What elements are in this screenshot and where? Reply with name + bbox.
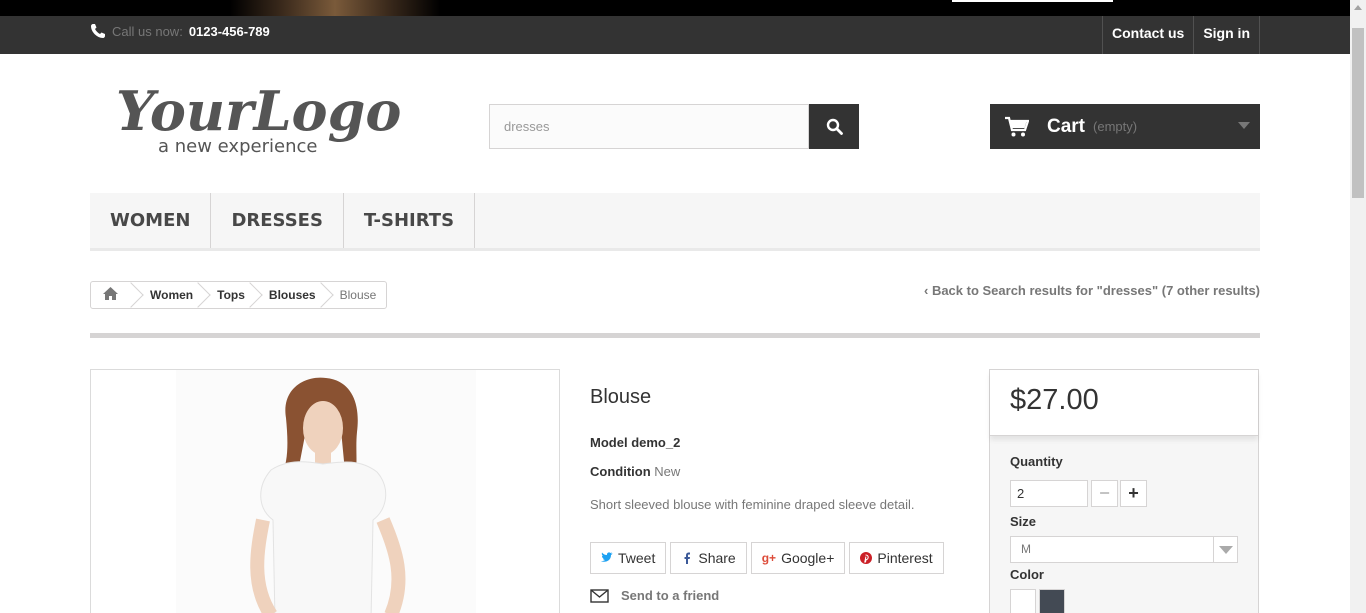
- top-nav-bar: Call us now: 0123-456-789 Contact us Sig…: [0, 16, 1350, 54]
- quantity-increase-button[interactable]: +: [1120, 480, 1147, 507]
- phone-number: 0123-456-789: [188, 23, 270, 39]
- phone-icon: [91, 24, 105, 38]
- envelope-icon: [590, 588, 609, 603]
- color-swatch-white[interactable]: [1010, 589, 1036, 613]
- share-label: Share: [698, 550, 736, 566]
- tweet-label: Tweet: [618, 550, 656, 566]
- back-link-label: Back to Search results for "dresses" (7 …: [931, 283, 1260, 298]
- quantity-input[interactable]: [1010, 480, 1088, 507]
- pinterest-icon: [860, 552, 873, 564]
- tweet-button[interactable]: Tweet: [590, 542, 667, 574]
- product-image[interactable]: [90, 369, 560, 613]
- search-icon: [826, 118, 843, 135]
- breadcrumb-item[interactable]: Women: [136, 282, 203, 308]
- color-swatch-dark[interactable]: [1039, 589, 1065, 613]
- sign-in-link[interactable]: Sign in: [1194, 16, 1260, 54]
- scroll-up-icon[interactable]: [1354, 5, 1362, 10]
- breadcrumb-home[interactable]: [91, 282, 136, 308]
- breadcrumb-item[interactable]: Tops: [203, 282, 255, 308]
- google-plus-button[interactable]: g+ Google+: [750, 542, 846, 574]
- menu-item-tshirts[interactable]: T-SHIRTS: [344, 193, 476, 248]
- main-menu: WOMEN DRESSES T-SHIRTS: [90, 193, 1260, 251]
- product-condition: Condition New: [590, 464, 680, 479]
- cart-button[interactable]: Cart (empty): [990, 104, 1260, 149]
- size-value: M: [1021, 542, 1031, 556]
- call-us-label: Call us now:: [112, 23, 183, 39]
- back-to-results-link[interactable]: ‹ Back to Search results for "dresses" (…: [924, 283, 1260, 298]
- search-input[interactable]: [489, 104, 810, 149]
- facebook-icon: [684, 552, 691, 564]
- color-label: Color: [1010, 567, 1044, 582]
- search-button[interactable]: [809, 104, 859, 149]
- price-area: $27.00: [990, 370, 1258, 436]
- pinterest-button[interactable]: Pinterest: [849, 542, 944, 574]
- size-label: Size: [1010, 514, 1037, 529]
- model-value: demo_2: [631, 435, 681, 450]
- send-to-friend-link[interactable]: Send to a friend: [590, 588, 719, 603]
- twitter-icon: [601, 552, 613, 562]
- cart-status: (empty): [1093, 119, 1138, 134]
- menu-item-women[interactable]: WOMEN: [90, 193, 212, 248]
- product-price: $27.00: [1010, 384, 1099, 416]
- product-photo: [176, 370, 476, 613]
- scrollbar[interactable]: [1350, 0, 1366, 613]
- page: Call us now: 0123-456-789 Contact us Sig…: [0, 0, 1366, 613]
- chevron-left-icon: ‹: [923, 283, 929, 298]
- model-label: Model: [590, 435, 628, 450]
- breadcrumb: Women Tops Blouses Blouse: [90, 281, 388, 309]
- condition-label: Condition: [590, 464, 651, 479]
- product-model: Model demo_2: [590, 435, 680, 450]
- promo-banner[interactable]: [0, 0, 1350, 16]
- cart-label: Cart: [1047, 115, 1086, 137]
- breadcrumb-item[interactable]: Blouses: [255, 282, 326, 308]
- google-plus-label: Google+: [781, 550, 835, 566]
- pinterest-label: Pinterest: [877, 550, 933, 566]
- search-form: [489, 104, 859, 149]
- logo-text: YourLogo: [116, 79, 401, 143]
- scrollbar-thumb[interactable]: [1352, 28, 1364, 198]
- product-title: Blouse: [590, 386, 652, 408]
- chevron-down-icon: [1213, 537, 1237, 562]
- breadcrumb-current: Blouse: [339, 288, 377, 302]
- facebook-share-button[interactable]: Share: [670, 542, 747, 574]
- quantity-label: Quantity: [1010, 454, 1063, 469]
- quantity-decrease-button[interactable]: −: [1091, 480, 1118, 507]
- cart-icon: [1005, 116, 1029, 136]
- site-logo[interactable]: YourLogo a new experience: [114, 78, 404, 158]
- google-plus-icon: g+: [761, 551, 777, 565]
- banner-highlight: [952, 0, 1113, 2]
- social-share: Tweet Share g+ Google+ Pinterest: [590, 542, 944, 574]
- chevron-down-icon: [1238, 122, 1250, 129]
- call-us: Call us now: 0123-456-789: [90, 23, 270, 39]
- divider: [90, 333, 1260, 338]
- buy-box: $27.00 Quantity − + Size M Color: [989, 369, 1259, 613]
- home-icon: [103, 287, 118, 300]
- send-to-friend-label: Send to a friend: [621, 588, 720, 603]
- banner-image: [230, 0, 440, 16]
- logo-tagline: a new experience: [158, 136, 317, 157]
- account-links: Contact us Sign in: [1101, 16, 1260, 54]
- contact-us-link[interactable]: Contact us: [1103, 16, 1195, 54]
- menu-item-dresses[interactable]: DRESSES: [211, 193, 344, 248]
- condition-value: New: [654, 464, 681, 479]
- size-select[interactable]: M: [1010, 536, 1238, 563]
- product-description: Short sleeved blouse with feminine drape…: [590, 497, 915, 512]
